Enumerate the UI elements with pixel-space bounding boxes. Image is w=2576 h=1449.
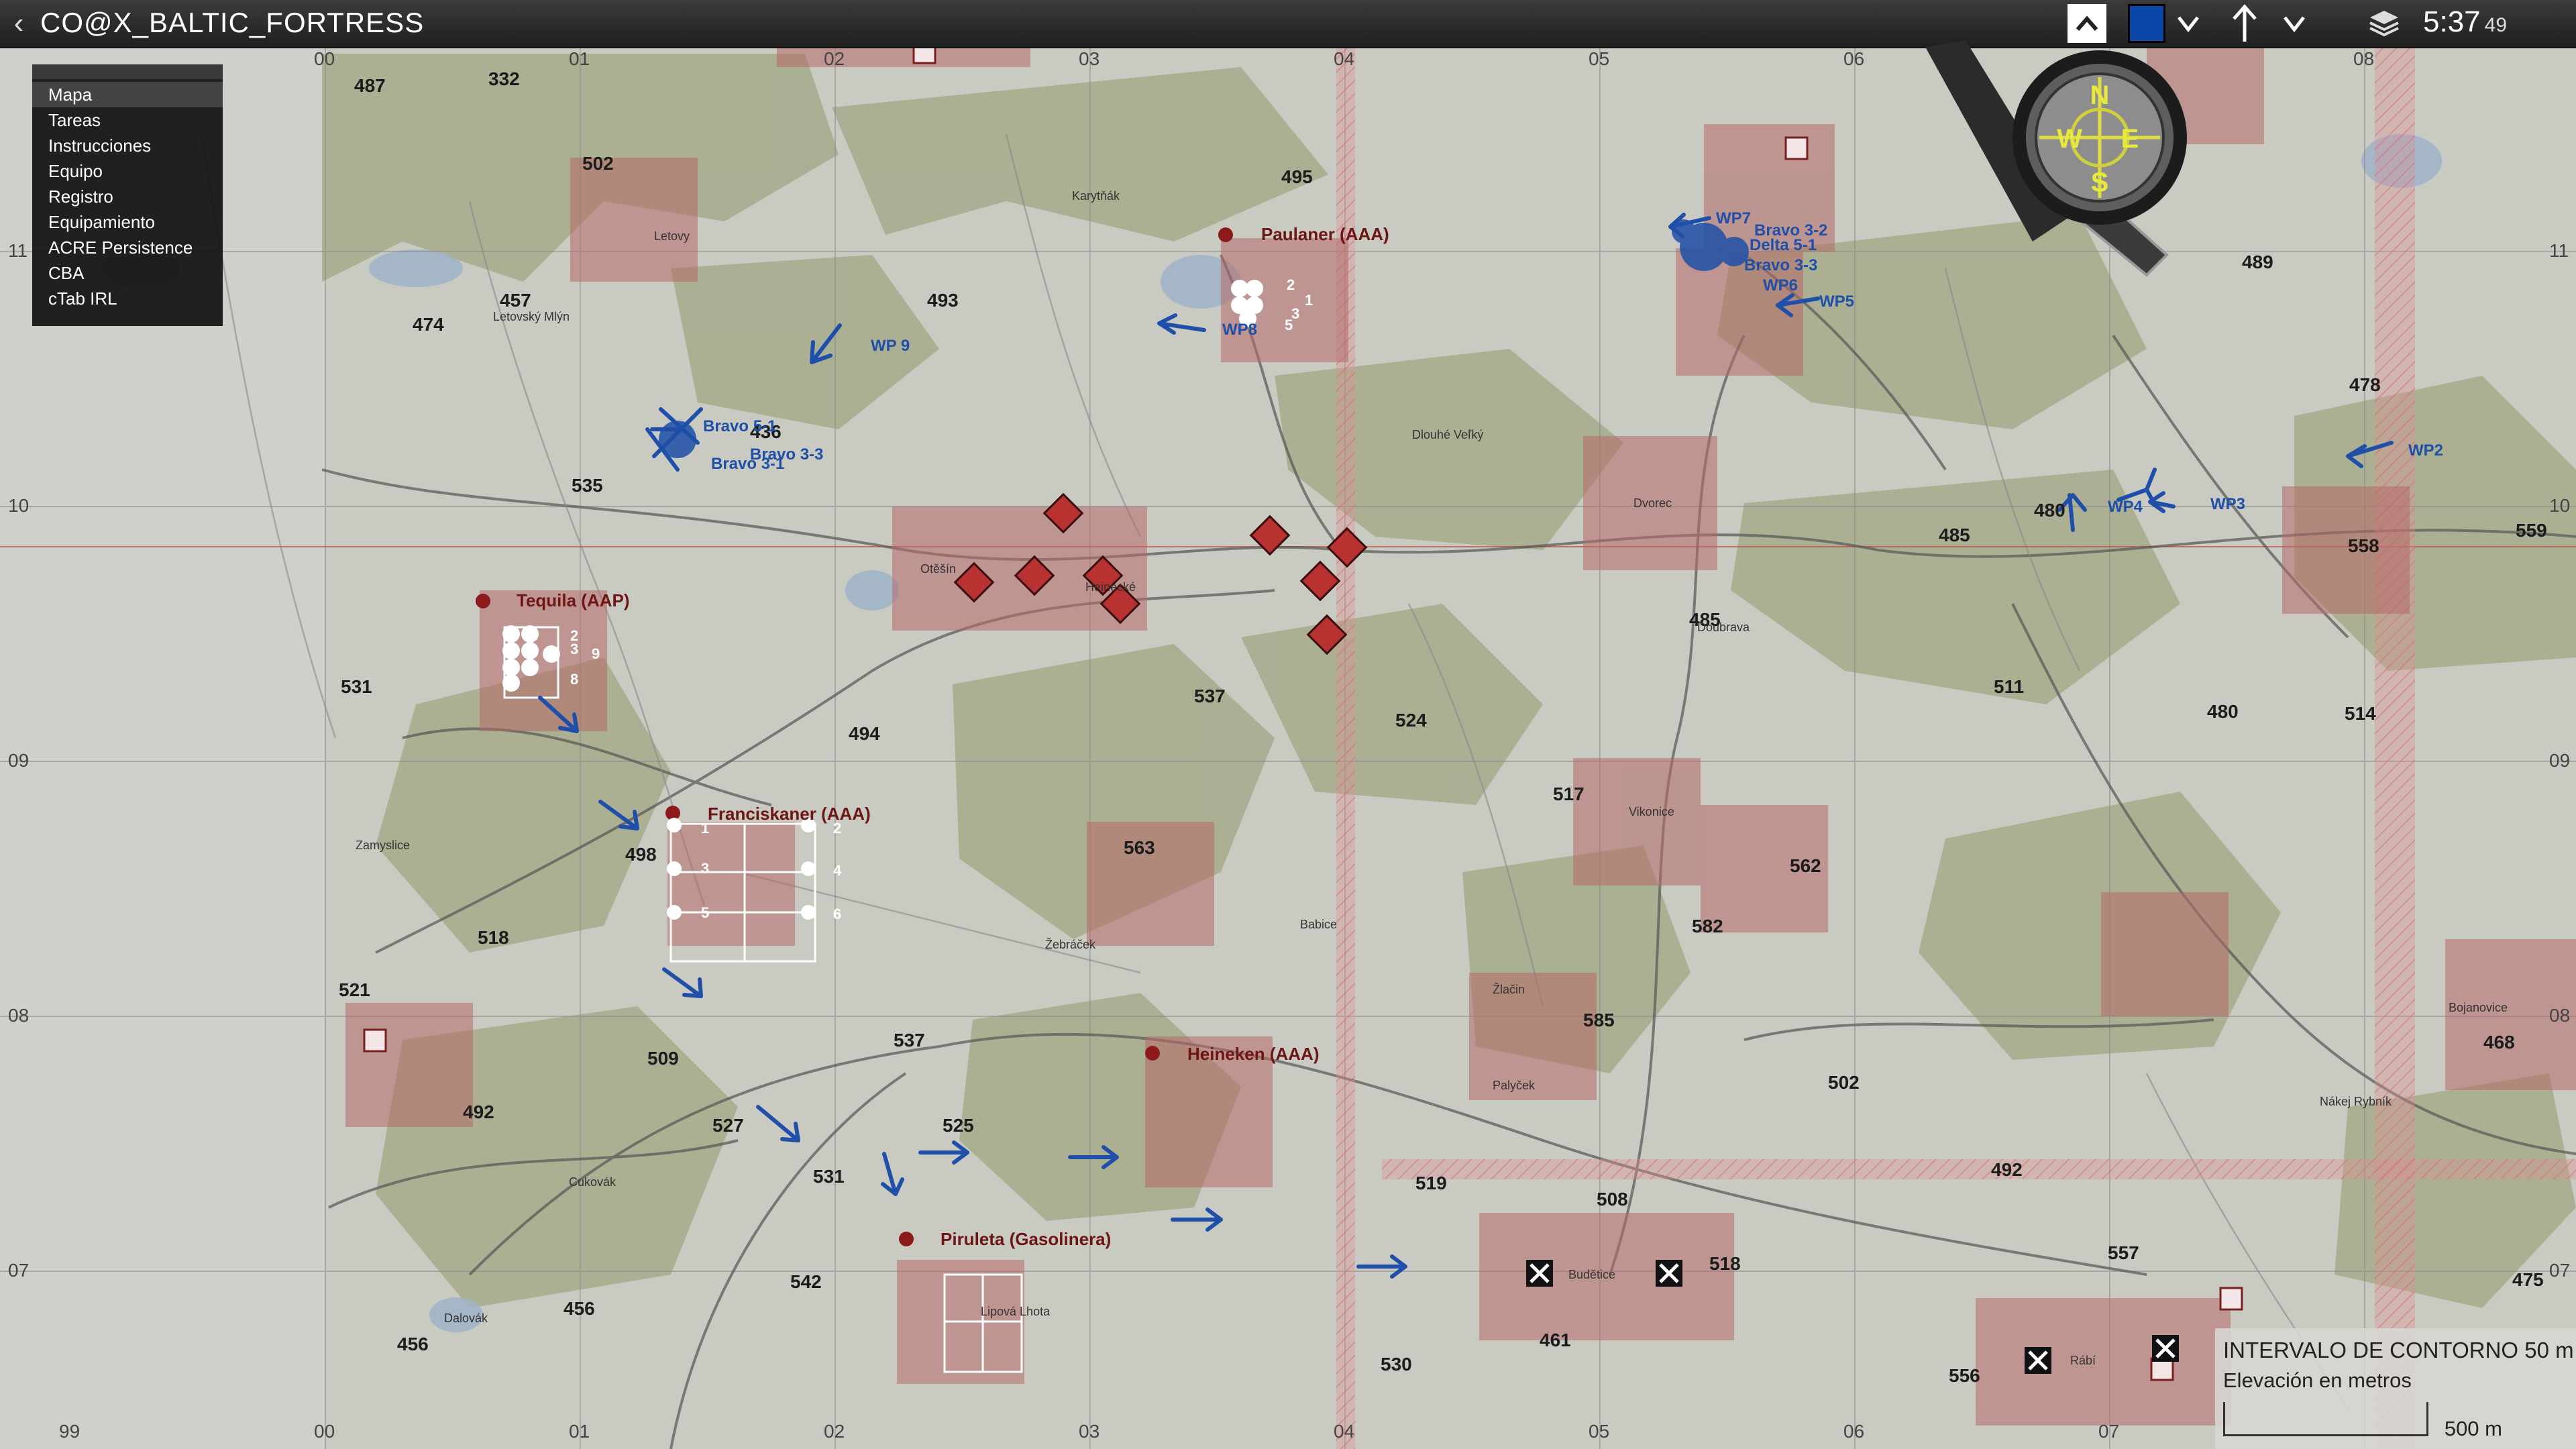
side-dropdown[interactable]	[2169, 4, 2207, 43]
layers-icon	[2369, 11, 2399, 37]
legend-title: INTERVALO DE CONTORNO 50 m	[2223, 1338, 2574, 1362]
chevron-up-icon	[2076, 15, 2098, 31]
menu-item-equipamiento[interactable]: Equipamiento	[32, 209, 223, 235]
menu-item-mapa[interactable]: Mapa	[32, 82, 223, 107]
menu-item-acre-persistence[interactable]: ACRE Persistence	[32, 235, 223, 260]
svg-text:W: W	[2057, 124, 2082, 154]
boundary-vertical-2	[2375, 47, 2415, 1449]
map-legend: INTERVALO DE CONTORNO 50 m Elevación en …	[2215, 1328, 2576, 1449]
menu-item-registro[interactable]: Registro	[32, 184, 223, 209]
north-arrow-icon	[2233, 4, 2257, 42]
legend-subtitle: Elevación en metros	[2223, 1368, 2412, 1392]
collapse-button[interactable]	[2068, 4, 2106, 43]
orientation-dropdown[interactable]	[2275, 4, 2313, 43]
clock-time: 5:37	[2423, 5, 2481, 38]
back-button[interactable]: ‹	[5, 5, 32, 42]
menu-item-tareas[interactable]: Tareas	[32, 107, 223, 133]
menu-item-ctab-irl[interactable]: cTab IRL	[32, 286, 223, 311]
chevron-down-icon	[2178, 16, 2199, 33]
briefing-menu: Mapa Tareas Instrucciones Equipo Registr…	[32, 64, 223, 326]
layers-button[interactable]	[2363, 4, 2406, 43]
side-color-button[interactable]	[2128, 4, 2165, 43]
svg-text:N: N	[2090, 80, 2110, 110]
compass-icon[interactable]: N W E S	[1925, 40, 2207, 295]
svg-text:S: S	[2091, 168, 2109, 197]
menu-item-cba[interactable]: CBA	[32, 260, 223, 286]
legend-scale: 500 m	[2444, 1417, 2502, 1440]
clock-seconds: 49	[2484, 14, 2508, 36]
menu-item-equipo[interactable]: Equipo	[32, 158, 223, 184]
north-button[interactable]	[2226, 4, 2263, 43]
scale-bar	[2223, 1402, 2428, 1436]
menu-item-instrucciones[interactable]: Instrucciones	[32, 133, 223, 158]
svg-text:E: E	[2121, 124, 2139, 154]
mission-title: CO@X_BALTIC_FORTRESS	[40, 7, 425, 38]
clock: 5:37 49	[2423, 5, 2507, 39]
boundary-horizontal	[1382, 1159, 2576, 1179]
chevron-down-icon	[2284, 16, 2305, 33]
